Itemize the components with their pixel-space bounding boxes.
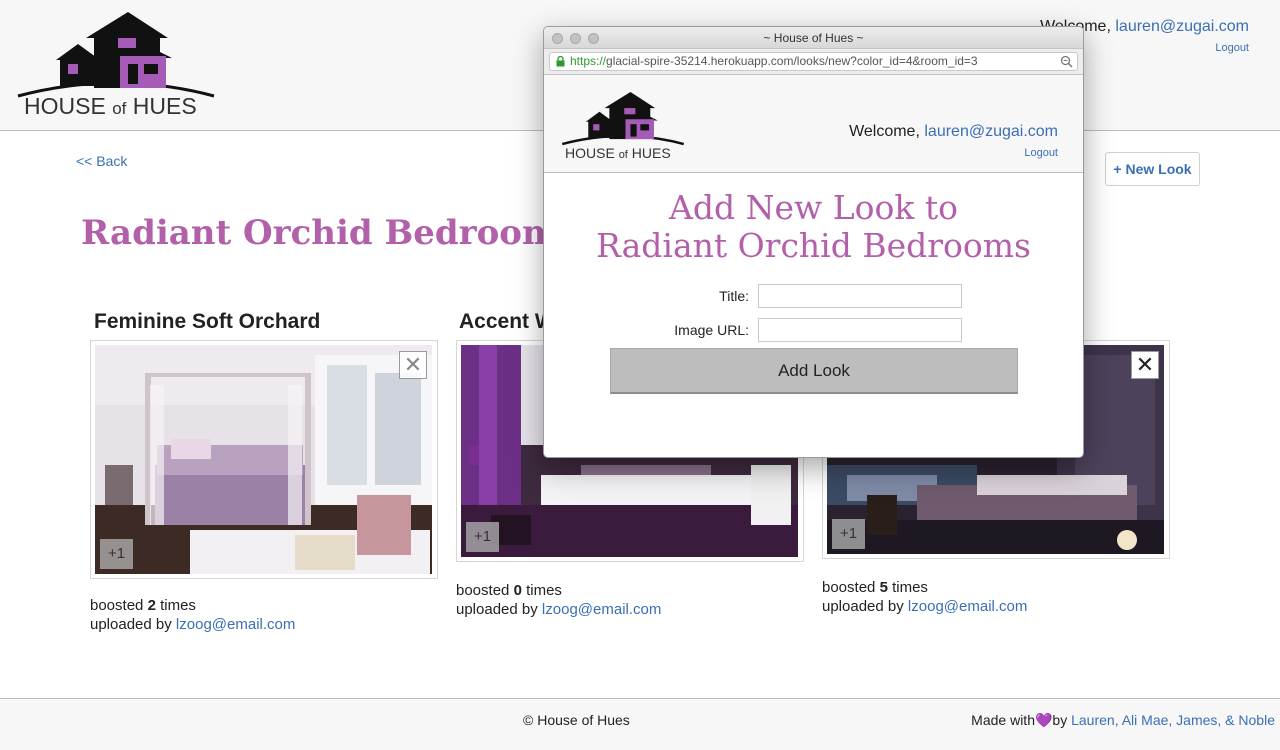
made-with-credits: Made with💜by Lauren, Ali Mae, James, & N… — [971, 712, 1275, 728]
house-of-hues-logo[interactable]: HOUSE of HUES — [16, 8, 216, 124]
heart-icon: 💜 — [1034, 712, 1053, 728]
remove-look-button[interactable]: ✕ — [399, 351, 427, 379]
uploader-line: uploaded by lzoog@email.com — [456, 601, 662, 618]
image-url-label: Image URL: — [674, 322, 749, 338]
look-photo: ✕ +1 — [95, 345, 432, 574]
welcome-message: Welcome, lauren@zugai.com — [849, 123, 1058, 141]
welcome-label: Welcome, — [849, 123, 920, 140]
close-icon: ✕ — [1135, 352, 1155, 377]
boost-stats: boosted 2 times — [90, 597, 196, 614]
close-icon: ✕ — [403, 352, 423, 377]
title-label: Title: — [719, 288, 749, 304]
copyright-text: © House of Hues — [523, 712, 630, 728]
address-bar[interactable]: https://glacial-spire-35214.herokuapp.co… — [549, 52, 1078, 71]
logout-link[interactable]: Logout — [1024, 147, 1058, 159]
popup-browser-window: ~ House of Hues ~ https://glacial-spire-… — [543, 26, 1084, 458]
house-logo-icon — [17, 12, 215, 98]
authors-link[interactable]: Lauren, Ali Mae, James, & Noble — [1071, 712, 1275, 728]
boost-button[interactable]: +1 — [832, 519, 865, 549]
user-email-link[interactable]: lauren@zugai.com — [1115, 18, 1249, 35]
add-look-button[interactable]: Add Look — [610, 348, 1018, 394]
boost-button[interactable]: +1 — [100, 539, 133, 569]
boost-count: 5 — [879, 579, 888, 596]
logo-wordmark: HOUSE of HUES — [565, 145, 671, 161]
url-scheme: https:// — [570, 54, 607, 68]
heading-line-2: Radiant Orchid Bedrooms — [595, 226, 1031, 265]
boost-count: 0 — [513, 582, 522, 599]
window-titlebar[interactable]: ~ House of Hues ~ — [544, 27, 1083, 49]
heading-line-1: Add New Look to — [669, 188, 958, 227]
remove-look-button[interactable]: ✕ — [1131, 351, 1159, 379]
popup-site-header: HOUSE of HUES Welcome, lauren@zugai.com … — [544, 75, 1083, 173]
look-title: Feminine Soft Orchard — [94, 310, 321, 333]
bedroom-photo-image — [95, 345, 432, 574]
look-card: Feminine Soft Orchard ✕ +1 boosted 2 tim… — [90, 310, 438, 634]
boost-count: 2 — [147, 597, 156, 614]
boost-stats: boosted 0 times — [456, 582, 562, 599]
user-email-link[interactable]: lauren@zugai.com — [924, 123, 1058, 140]
look-image-frame: ✕ +1 — [90, 340, 438, 579]
site-footer: © House of Hues Made with💜by Lauren, Ali… — [0, 698, 1280, 750]
window-title: ~ House of Hues ~ — [763, 31, 864, 45]
uploader-line: uploaded by lzoog@email.com — [90, 616, 296, 633]
uploader-link[interactable]: lzoog@email.com — [176, 616, 295, 633]
address-bar-area: https://glacial-spire-35214.herokuapp.co… — [544, 49, 1083, 75]
lock-icon — [556, 56, 565, 67]
title-field[interactable] — [758, 284, 962, 308]
url-path: glacial-spire-35214.herokuapp.com/looks/… — [606, 54, 978, 68]
logout-link[interactable]: Logout — [1215, 42, 1249, 54]
look-meta: boosted 2 times uploaded by lzoog@email.… — [90, 596, 438, 634]
house-of-hues-logo[interactable]: HOUSE of HUES — [561, 89, 685, 161]
new-look-button[interactable]: + New Look — [1105, 152, 1200, 186]
add-look-heading: Add New Look to Radiant Orchid Bedrooms — [544, 189, 1083, 265]
logo-wordmark: HOUSE of HUES — [24, 93, 197, 119]
page-title: Radiant Orchid Bedroom Lo — [81, 213, 617, 253]
uploader-link[interactable]: lzoog@email.com — [542, 601, 661, 618]
back-link[interactable]: << Back — [76, 153, 127, 169]
uploader-link[interactable]: lzoog@email.com — [908, 598, 1027, 615]
image-url-field[interactable] — [758, 318, 962, 342]
look-meta: boosted 0 times uploaded by lzoog@email.… — [456, 581, 804, 619]
magnifier-icon[interactable] — [1060, 55, 1073, 68]
house-logo-icon — [561, 91, 685, 146]
look-meta: boosted 5 times uploaded by lzoog@email.… — [822, 578, 1170, 616]
boost-stats: boosted 5 times — [822, 579, 928, 596]
boost-button[interactable]: +1 — [466, 522, 499, 552]
add-look-form: Title: Image URL: Add Look — [544, 265, 1083, 395]
uploader-line: uploaded by lzoog@email.com — [822, 598, 1028, 615]
